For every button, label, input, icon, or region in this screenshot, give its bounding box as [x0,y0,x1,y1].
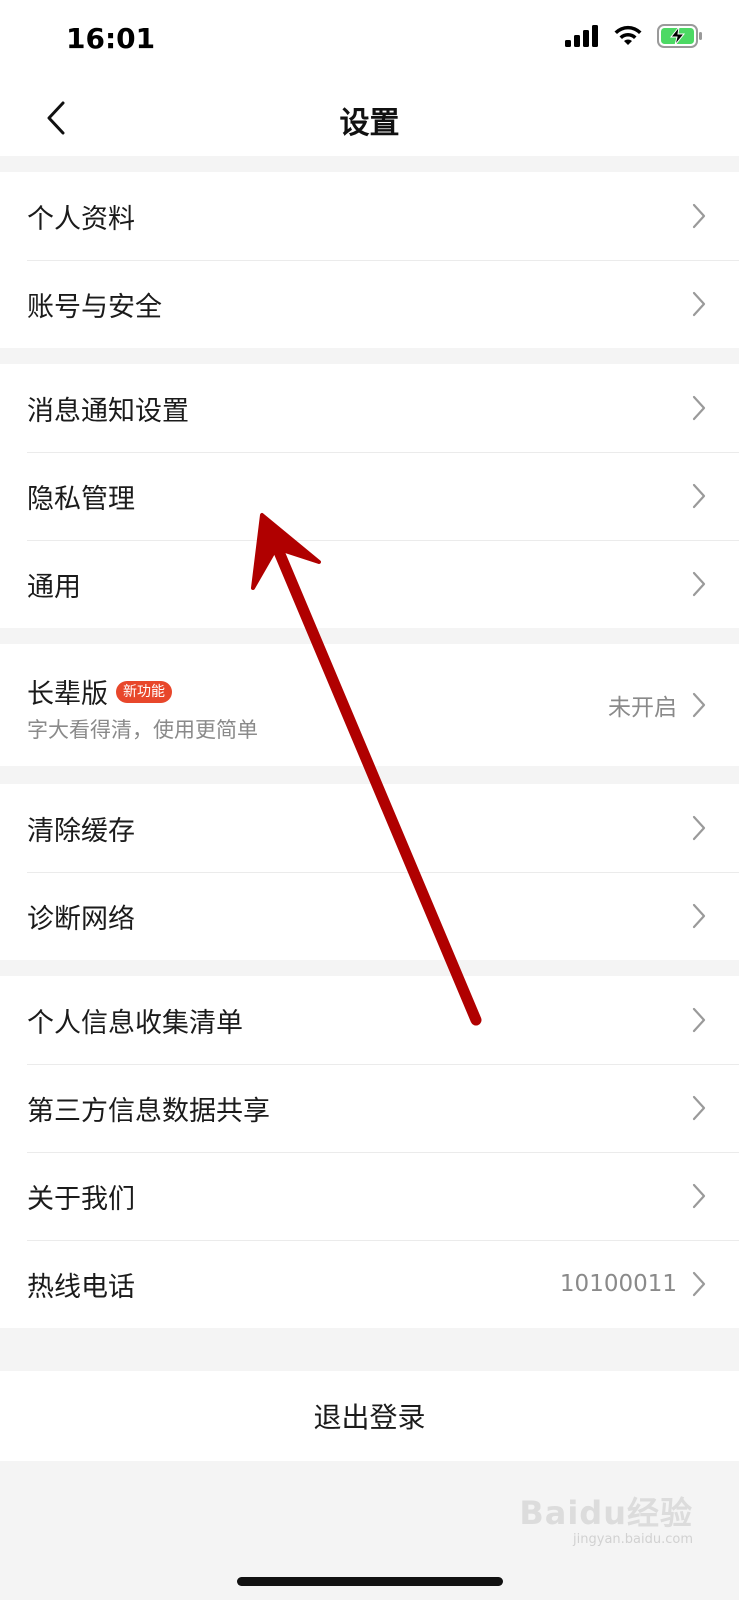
settings-item-about-us[interactable]: 关于我们 [0,1152,739,1240]
settings-item-profile[interactable]: 个人资料 [0,172,739,260]
chevron-right-icon [692,291,706,317]
home-indicator[interactable] [237,1577,503,1586]
settings-group-elder-mode: 长辈版 新功能 字大看得清，使用更简单 未开启 [0,644,739,766]
settings-item-label: 消息通知设置 [27,395,189,427]
chevron-right-icon [692,1007,706,1033]
settings-item-label: 个人资料 [27,203,135,235]
settings-item-subtitle: 字大看得清，使用更简单 [27,718,258,742]
watermark-url: jingyan.baidu.com [573,1532,693,1547]
settings-item-value: 未开启 [608,695,677,721]
chevron-right-icon [692,692,706,718]
settings-item-label: 关于我们 [27,1183,135,1215]
status-icons [565,24,703,48]
settings-item-label: 热线电话 [27,1271,135,1303]
logout-label: 退出登录 [313,1401,426,1434]
settings-item-label: 诊断网络 [27,903,135,935]
settings-item-third-party-sharing[interactable]: 第三方信息数据共享 [0,1064,739,1152]
settings-item-label: 通用 [27,571,81,603]
settings-item-privacy[interactable]: 隐私管理 [0,452,739,540]
settings-item-diagnose-network[interactable]: 诊断网络 [0,872,739,960]
settings-item-hotline[interactable]: 热线电话 10100011 [0,1240,739,1328]
settings-item-label: 第三方信息数据共享 [27,1095,270,1127]
watermark-logo: Baidu经验 [519,1494,693,1532]
wifi-icon [614,25,642,45]
settings-group-privacy: 消息通知设置 隐私管理 通用 [0,364,739,628]
status-time: 16:01 [66,22,156,55]
chevron-right-icon [692,571,706,597]
chevron-right-icon [692,1183,706,1209]
battery-charging-icon [657,24,702,48]
settings-item-account-security[interactable]: 账号与安全 [0,260,739,348]
chevron-right-icon [692,815,706,841]
chevron-right-icon [692,483,706,509]
chevron-right-icon [692,903,706,929]
baidu-watermark: Baidu经验 [519,1488,693,1534]
chevron-right-icon [692,1095,706,1121]
elder-mode-title: 长辈版 新功能 [27,672,172,711]
nav-bar: 设置 [0,80,739,156]
settings-group-maintenance: 清除缓存 诊断网络 [0,784,739,960]
page-title: 设置 [339,106,400,141]
settings-item-label: 账号与安全 [27,291,162,323]
chevron-right-icon [692,203,706,229]
settings-item-value: 10100011 [559,1271,677,1297]
settings-item-label: 个人信息收集清单 [27,1007,243,1039]
settings-item-label: 清除缓存 [27,815,135,847]
new-feature-badge: 新功能 [116,680,172,703]
status-bar: 16:01 [0,0,739,80]
settings-group-account: 个人资料 账号与安全 [0,172,739,348]
settings-group-info: 个人信息收集清单 第三方信息数据共享 关于我们 热线电话 10100011 [0,976,739,1328]
settings-item-clear-cache[interactable]: 清除缓存 [0,784,739,872]
settings-item-notifications[interactable]: 消息通知设置 [0,364,739,452]
settings-item-label: 隐私管理 [27,483,135,515]
cellular-signal-icon [565,25,598,47]
logout-button[interactable]: 退出登录 [0,1371,739,1461]
chevron-right-icon [692,1271,706,1297]
settings-item-info-collection[interactable]: 个人信息收集清单 [0,976,739,1064]
settings-item-label: 长辈版 [27,679,108,710]
settings-item-general[interactable]: 通用 [0,540,739,628]
settings-item-elder-mode[interactable]: 长辈版 新功能 字大看得清，使用更简单 未开启 [0,644,739,766]
chevron-right-icon [692,395,706,421]
